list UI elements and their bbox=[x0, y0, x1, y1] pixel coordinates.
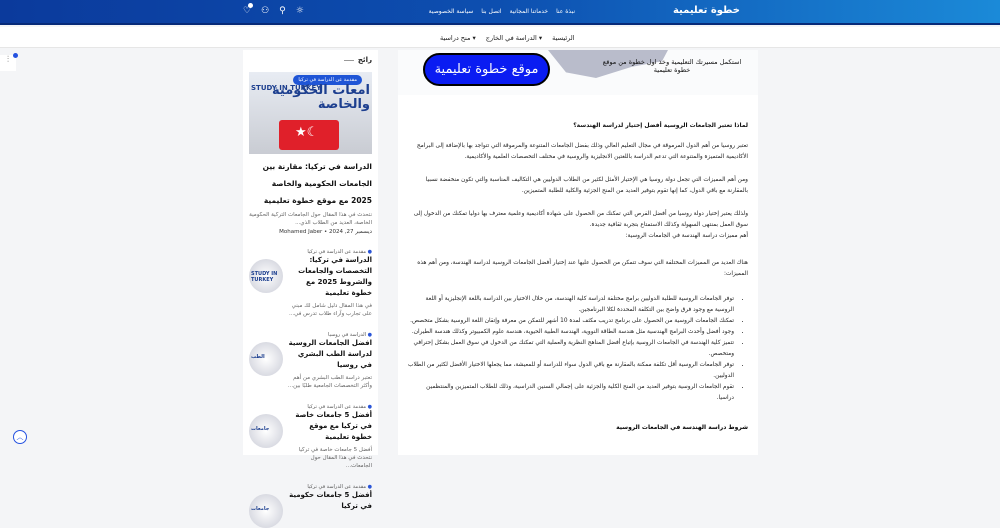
top-nav: نبذة عنا خدماتنا المجانية اتصل بنا سياسة… bbox=[429, 8, 575, 15]
post-thumbnail[interactable]: الطب bbox=[249, 342, 283, 376]
paragraph: ولذلك يعتبر إختيار دولة روسيا من أفضل ال… bbox=[408, 209, 748, 242]
user-icon[interactable]: ⚇ bbox=[261, 6, 269, 16]
post-thumbnail[interactable]: جامعات bbox=[249, 414, 283, 448]
list-item: توفر الجامعات الروسية أقل تكلفة ممكنة با… bbox=[408, 360, 734, 382]
notification-badge bbox=[248, 3, 253, 8]
promo-banner: موقع خطوة تعليمية استكمل مسيرتك التعليمي… bbox=[398, 50, 758, 95]
thumbnail-text: الطب bbox=[251, 354, 265, 360]
turkey-flag-image bbox=[279, 120, 339, 150]
article-content: موقع خطوة تعليمية استكمل مسيرتك التعليمي… bbox=[398, 50, 758, 455]
paragraph-text: ولذلك يعتبر إختيار دولة روسيا من أفضل ال… bbox=[413, 211, 748, 228]
post-thumbnail[interactable]: STUDY IN TURKEY bbox=[249, 259, 283, 293]
list-item[interactable]: مقدمة عن الدراسة في تركياأفضل 5 جامعات ح… bbox=[249, 484, 372, 528]
indicator-dot bbox=[13, 53, 18, 58]
post-title[interactable]: افضل الجامعات الروسية لدراسة الطب البشري… bbox=[287, 338, 372, 371]
list-item: تقوم الجامعات الروسية بتوفير العديد من ا… bbox=[408, 382, 734, 404]
thumbnail-text: جامعات bbox=[251, 506, 270, 512]
post-excerpt: في هذا المقال دليل شامل لك مبني على تجار… bbox=[288, 303, 372, 317]
search-icon[interactable]: ⚲ bbox=[279, 6, 286, 16]
post-thumbnail[interactable]: جامعات bbox=[249, 494, 283, 528]
nav-privacy[interactable]: سياسة الخصوصية bbox=[429, 8, 474, 15]
post-date: ديسمبر 27, 2024 bbox=[328, 229, 372, 235]
list-item: تمكنك الجامعات الروسية من الحصول على برن… bbox=[408, 316, 734, 327]
banner-tagline: استكمل مسيرتك التعليمية وخذ اول خطوة من … bbox=[602, 58, 742, 74]
list-item: تتميز كلية الهندسة في الجامعات الروسية ب… bbox=[408, 338, 734, 360]
post-title[interactable]: أفضل 5 جامعات خاصة في تركيا مع موقع خطوة… bbox=[287, 410, 372, 443]
list-item: توفر الجامعات الروسية للطلبة الدوليين بر… bbox=[408, 294, 734, 316]
thumbnail-text: STUDY IN TURKEY bbox=[251, 271, 278, 283]
paragraph: تعتبر روسيا من أهم الدول المرموقة في مجا… bbox=[416, 143, 748, 160]
post-excerpt: تعتبر دراسة الطب البشري من أهم وأكثر الت… bbox=[287, 375, 372, 389]
sidebar-heading: رائج bbox=[249, 56, 372, 64]
image-study-text: STUDY IN TURKEY bbox=[251, 84, 322, 92]
paragraph: ومن أهم المميزات التي تجعل دولة روسيا هي… bbox=[425, 177, 748, 194]
heart-icon[interactable]: ♡ bbox=[243, 3, 253, 16]
menu-study-abroad[interactable]: الدراسة في الخارج ▾ bbox=[486, 34, 542, 42]
list-item[interactable]: الدراسة في روسياافضل الجامعات الروسية لد… bbox=[249, 332, 372, 390]
featured-meta: ديسمبر 27, 2024 • Mohamed Jaber bbox=[279, 229, 372, 235]
trending-sidebar: رائج مقدمة عن الدراسة في تركيا امعات الح… bbox=[243, 50, 378, 528]
settings-sliders-icon[interactable]: ⫶ bbox=[0, 53, 18, 71]
nav-free-services[interactable]: خدماتنا المجانية bbox=[510, 8, 548, 15]
list-item: وجود أفضل وأحدث البرامج الهندسية مثل هند… bbox=[408, 327, 734, 338]
nav-about[interactable]: نبذة عنا bbox=[556, 8, 575, 15]
post-title[interactable]: الدراسة في تركيا: التخصصات والجامعات وال… bbox=[287, 255, 372, 299]
featured-excerpt: نتحدث في هذا المقال حول الجامعات التركية… bbox=[249, 212, 372, 226]
sun-icon[interactable]: ☼ bbox=[296, 6, 304, 16]
post-author[interactable]: Mohamed Jaber bbox=[279, 229, 322, 235]
section-label: أهم مميزات دراسة الهندسة في الجامعات الر… bbox=[625, 233, 748, 239]
main-menu: الرئيسية الدراسة في الخارج ▾ منح دراسية … bbox=[0, 27, 1000, 48]
post-excerpt: أفضل 5 جامعات خاصة في تركيا نتحدث في هذا… bbox=[298, 447, 372, 469]
scroll-to-top-button[interactable]: ︿ bbox=[13, 430, 27, 444]
menu-home[interactable]: الرئيسية bbox=[552, 34, 574, 42]
featured-image[interactable]: مقدمة عن الدراسة في تركيا امعات الحكومية… bbox=[249, 72, 372, 154]
site-banner-button[interactable]: موقع خطوة تعليمية bbox=[423, 53, 550, 86]
features-list: توفر الجامعات الروسية للطلبة الدوليين بر… bbox=[408, 294, 748, 404]
article-subheading: شروط دراسة الهندسة في الجامعات الروسية bbox=[616, 424, 748, 431]
menu-scholarships[interactable]: منح دراسية ▾ bbox=[440, 34, 476, 42]
featured-title[interactable]: الدراسة في تركيا: مقارنة بين الجامعات ال… bbox=[249, 158, 372, 209]
site-logo[interactable]: خطوة تعليمية bbox=[673, 5, 740, 16]
paragraph: هناك العديد من المميزات المختلفة التي سو… bbox=[417, 260, 748, 277]
nav-contact[interactable]: اتصل بنا bbox=[481, 8, 501, 15]
post-title[interactable]: أفضل 5 جامعات حكومية في تركيا bbox=[287, 490, 372, 512]
list-item[interactable]: مقدمة عن الدراسة في تركياالدراسة في تركي… bbox=[249, 249, 372, 318]
article-heading: لماذا تعتبر الجامعات الروسية أفضل إختيار… bbox=[573, 122, 748, 129]
thumbnail-text: جامعات bbox=[251, 426, 270, 432]
top-header: خطوة تعليمية نبذة عنا خدماتنا المجانية ا… bbox=[0, 0, 1000, 25]
list-item[interactable]: مقدمة عن الدراسة في تركياأفضل 5 جامعات خ… bbox=[249, 404, 372, 470]
